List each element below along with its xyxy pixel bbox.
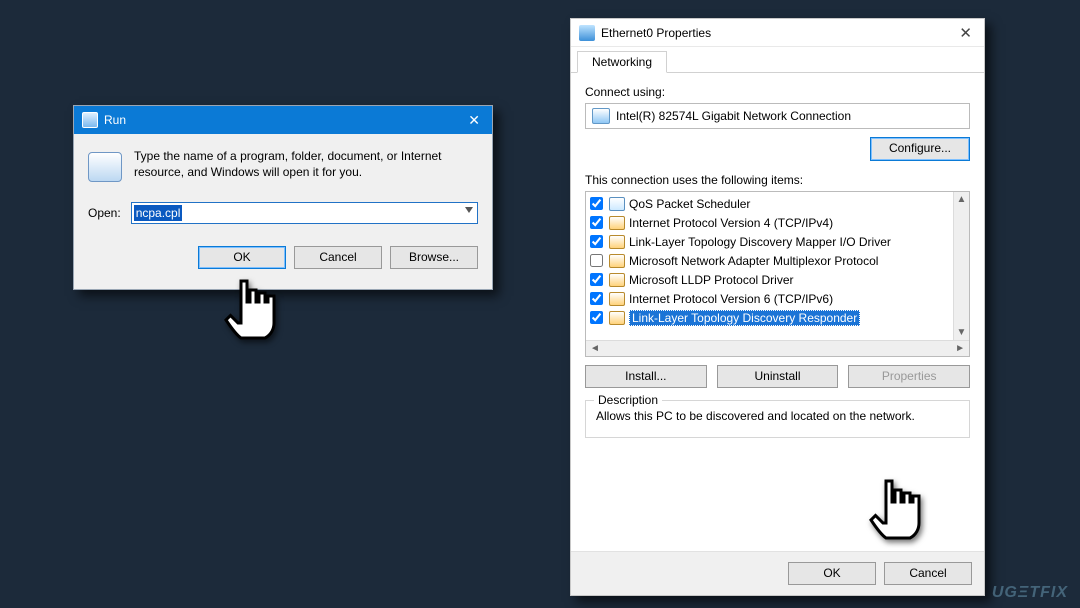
properties-titlebar[interactable]: Ethernet0 Properties ✕ bbox=[571, 19, 984, 47]
item-label: Link-Layer Topology Discovery Mapper I/O… bbox=[629, 235, 891, 249]
watermark: UGΞTFIX bbox=[992, 584, 1068, 602]
list-item[interactable]: Microsoft Network Adapter Multiplexor Pr… bbox=[586, 251, 969, 270]
properties-title: Ethernet0 Properties bbox=[601, 26, 711, 40]
component-icon bbox=[609, 197, 625, 211]
run-title: Run bbox=[104, 113, 126, 127]
scroll-up-icon[interactable]: ▲ bbox=[955, 192, 969, 207]
component-icon bbox=[609, 254, 625, 268]
items-label: This connection uses the following items… bbox=[585, 173, 970, 187]
description-text: Allows this PC to be discovered and loca… bbox=[596, 409, 959, 423]
nic-icon bbox=[579, 25, 595, 41]
item-label: Microsoft Network Adapter Multiplexor Pr… bbox=[629, 254, 878, 268]
properties-dialog: Ethernet0 Properties ✕ Networking Connec… bbox=[570, 18, 985, 596]
list-item[interactable]: Link-Layer Topology Discovery Mapper I/O… bbox=[586, 232, 969, 251]
item-label: Link-Layer Topology Discovery Responder bbox=[629, 310, 860, 326]
item-checkbox[interactable] bbox=[590, 273, 603, 286]
install-button[interactable]: Install... bbox=[585, 365, 707, 388]
run-description: Type the name of a program, folder, docu… bbox=[134, 148, 478, 180]
open-label: Open: bbox=[88, 206, 121, 220]
run-titlebar[interactable]: Run ✕ bbox=[74, 106, 492, 134]
horizontal-scrollbar[interactable]: ◄ ► bbox=[586, 340, 969, 356]
component-icon bbox=[609, 216, 625, 230]
item-checkbox[interactable] bbox=[590, 254, 603, 267]
cancel-button[interactable]: Cancel bbox=[294, 246, 382, 269]
adapter-field[interactable]: Intel(R) 82574L Gigabit Network Connecti… bbox=[585, 103, 970, 129]
adapter-name: Intel(R) 82574L Gigabit Network Connecti… bbox=[616, 109, 851, 123]
items-listbox[interactable]: QoS Packet Scheduler Internet Protocol Ve… bbox=[585, 191, 970, 357]
component-icon bbox=[609, 273, 625, 287]
item-label: Internet Protocol Version 6 (TCP/IPv6) bbox=[629, 292, 833, 306]
item-checkbox[interactable] bbox=[590, 216, 603, 229]
open-combobox[interactable]: ncpa.cpl bbox=[131, 202, 478, 224]
list-item[interactable]: Internet Protocol Version 4 (TCP/IPv4) bbox=[586, 213, 969, 232]
item-checkbox[interactable] bbox=[590, 235, 603, 248]
list-item[interactable]: QoS Packet Scheduler bbox=[586, 194, 969, 213]
run-large-icon bbox=[88, 152, 122, 182]
list-item[interactable]: Internet Protocol Version 6 (TCP/IPv6) bbox=[586, 289, 969, 308]
connect-using-label: Connect using: bbox=[585, 85, 970, 99]
list-item[interactable]: Microsoft LLDP Protocol Driver bbox=[586, 270, 969, 289]
configure-button[interactable]: Configure... bbox=[870, 137, 970, 161]
tab-networking[interactable]: Networking bbox=[577, 51, 667, 73]
uninstall-button[interactable]: Uninstall bbox=[717, 365, 839, 388]
close-icon[interactable]: ✕ bbox=[955, 24, 976, 42]
item-checkbox[interactable] bbox=[590, 292, 603, 305]
item-label: Internet Protocol Version 4 (TCP/IPv4) bbox=[629, 216, 833, 230]
cancel-button[interactable]: Cancel bbox=[884, 562, 972, 585]
item-label: QoS Packet Scheduler bbox=[629, 197, 750, 211]
item-checkbox[interactable] bbox=[590, 311, 603, 324]
chevron-down-icon[interactable] bbox=[465, 207, 473, 213]
component-icon bbox=[609, 311, 625, 325]
description-group: Description Allows this PC to be discove… bbox=[585, 400, 970, 438]
run-dialog: Run ✕ Type the name of a program, folder… bbox=[73, 105, 493, 290]
ok-button[interactable]: OK bbox=[198, 246, 286, 269]
browse-button[interactable]: Browse... bbox=[390, 246, 478, 269]
scroll-left-icon[interactable]: ◄ bbox=[586, 343, 604, 354]
tabs: Networking bbox=[571, 47, 984, 73]
scroll-right-icon[interactable]: ► bbox=[951, 343, 969, 354]
vertical-scrollbar[interactable]: ▲ ▼ bbox=[953, 192, 969, 340]
ok-button[interactable]: OK bbox=[788, 562, 876, 585]
scroll-down-icon[interactable]: ▼ bbox=[955, 325, 969, 340]
item-checkbox[interactable] bbox=[590, 197, 603, 210]
item-label: Microsoft LLDP Protocol Driver bbox=[629, 273, 794, 287]
close-icon[interactable]: ✕ bbox=[464, 112, 484, 129]
properties-button: Properties bbox=[848, 365, 970, 388]
list-item[interactable]: Link-Layer Topology Discovery Responder bbox=[586, 308, 969, 327]
run-icon bbox=[82, 112, 98, 128]
description-legend: Description bbox=[594, 393, 662, 407]
component-icon bbox=[609, 235, 625, 249]
adapter-icon bbox=[592, 108, 610, 124]
open-value: ncpa.cpl bbox=[134, 205, 183, 221]
component-icon bbox=[609, 292, 625, 306]
